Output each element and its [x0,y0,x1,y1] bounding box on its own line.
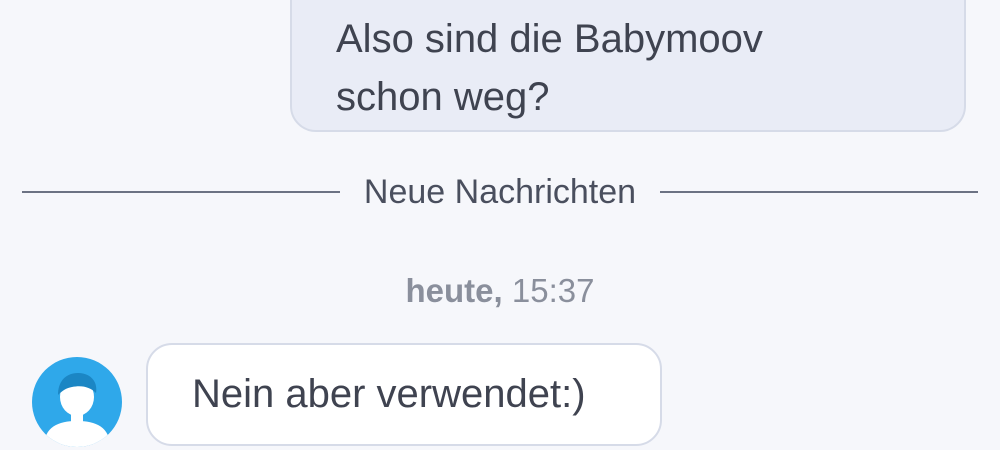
outgoing-message-bubble[interactable]: Also sind die Babymoov schon weg? [290,0,966,132]
outgoing-message-line-1: Also sind die Babymoov [336,17,763,61]
new-messages-divider: Neue Nachrichten [22,162,978,222]
avatar-person-icon [44,373,110,447]
divider-line-right [660,191,978,193]
timestamp-time: 15:37 [511,272,595,309]
new-messages-label: Neue Nachrichten [363,172,637,211]
message-timestamp: heute, 15:37 [0,272,1000,310]
divider-line-left [22,191,340,193]
timestamp-day: heute, [405,272,503,309]
incoming-message-bubble[interactable]: Nein aber verwendet:) [146,343,662,446]
user-avatar-icon[interactable] [32,357,122,447]
incoming-message-text: Nein aber verwendet:) [192,372,586,416]
chat-view: Also sind die Babymoov schon weg? Neue N… [0,0,1000,450]
outgoing-message-line-2: schon weg? [336,75,550,119]
